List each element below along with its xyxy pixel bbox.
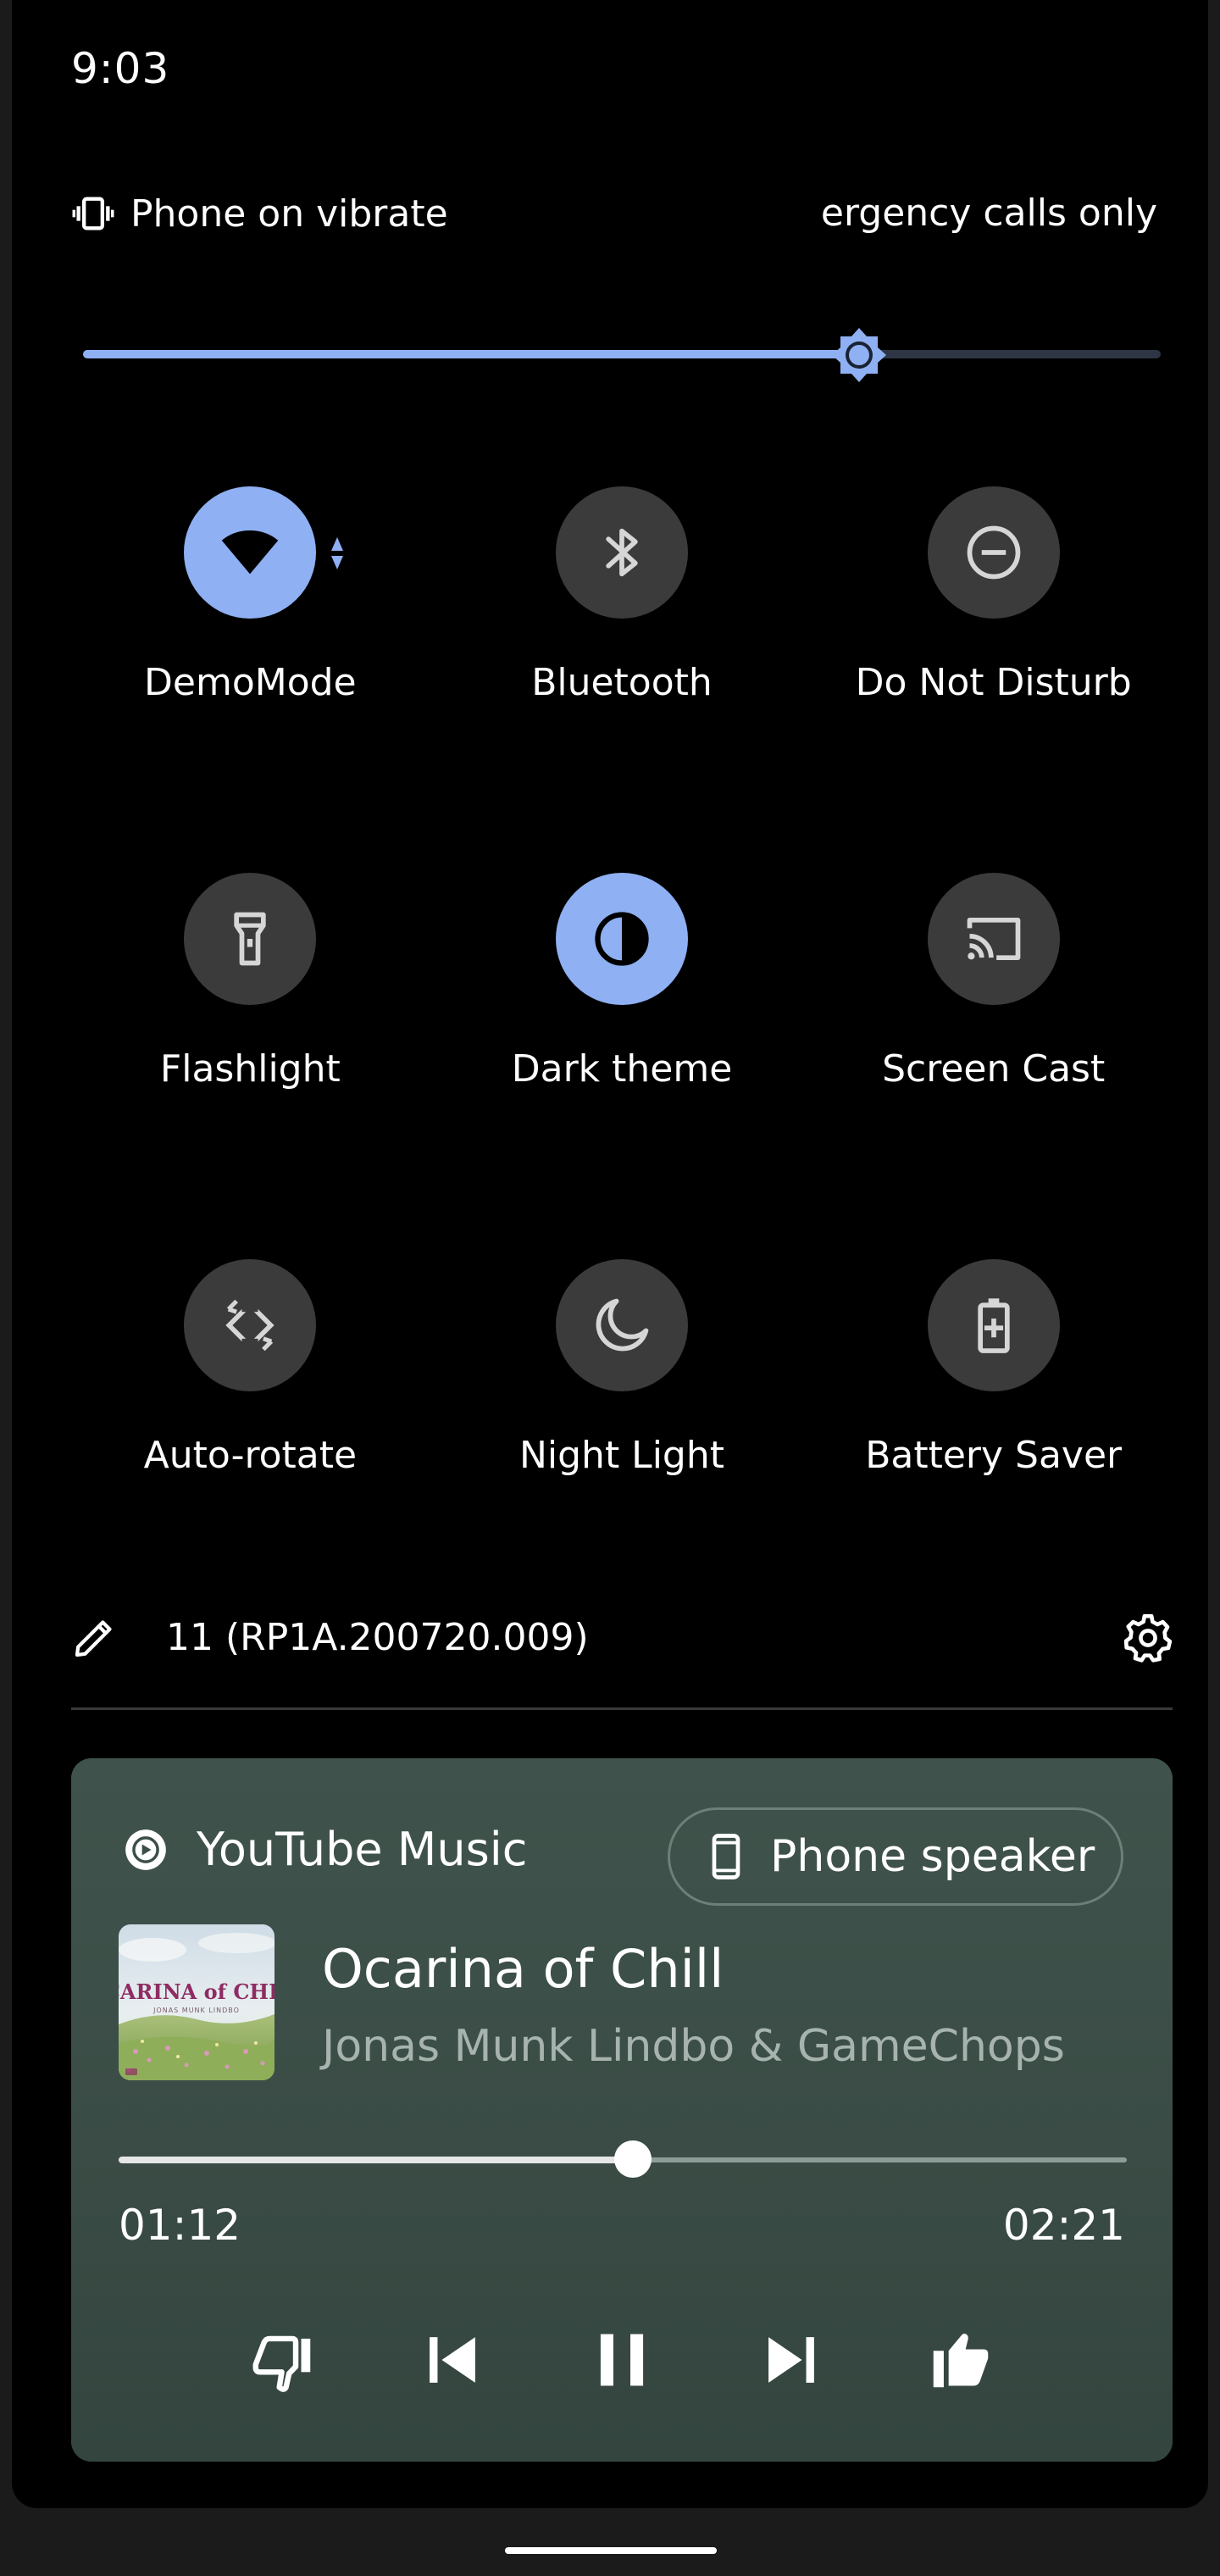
tile-icon-wrap bbox=[927, 873, 1060, 1005]
pause-icon bbox=[600, 2334, 644, 2386]
tile-icon-wrap bbox=[555, 1259, 688, 1391]
skip-next-icon bbox=[768, 2337, 814, 2383]
carrier-status: Emergency calls only bbox=[818, 188, 1157, 239]
tile-do-not-disturb[interactable]: Do Not Disturb bbox=[807, 475, 1179, 861]
media-controls bbox=[232, 2309, 1012, 2411]
tile-label: Bluetooth bbox=[531, 661, 713, 704]
footer-divider bbox=[71, 1707, 1173, 1710]
battery-saver-icon bbox=[927, 1259, 1060, 1391]
data-activity-icon bbox=[331, 537, 344, 569]
tile-wifi[interactable]: DemoMode bbox=[64, 475, 436, 861]
tile-bluetooth[interactable]: Bluetooth bbox=[436, 475, 808, 861]
flashlight-icon bbox=[184, 873, 317, 1005]
media-app-header: YouTube Music bbox=[124, 1823, 527, 1876]
album-art-artist: JONAS MUNK LINDBO bbox=[152, 2007, 240, 2014]
cast-icon bbox=[927, 873, 1060, 1005]
brightness-fill bbox=[83, 350, 859, 358]
skip-previous-icon bbox=[430, 2337, 475, 2383]
phone-speaker-icon bbox=[712, 1834, 740, 1879]
quick-settings-footer: 11 (RP1A.200720.009) bbox=[71, 1610, 1173, 1664]
tile-label: Dark theme bbox=[511, 1047, 733, 1091]
tile-battery-saver[interactable]: Battery Saver bbox=[807, 1247, 1179, 1634]
wifi-icon bbox=[184, 486, 317, 619]
night-light-icon bbox=[555, 1259, 688, 1391]
tile-icon-wrap bbox=[184, 873, 317, 1005]
album-art-image: OCARINA of CHILL JONAS MUNK LINDBO bbox=[119, 1924, 274, 2080]
tile-label: Night Light bbox=[518, 1434, 724, 1477]
track-title: Ocarina of Chill bbox=[322, 1938, 724, 2000]
tile-label: Auto-rotate bbox=[143, 1434, 358, 1477]
tile-label: Do Not Disturb bbox=[855, 661, 1132, 704]
track-artist: Jonas Munk Lindbo & GameChops bbox=[322, 2021, 1065, 2072]
tile-icon-wrap bbox=[184, 486, 344, 619]
do-not-disturb-icon bbox=[927, 486, 1060, 619]
tile-dark-theme[interactable]: Dark theme bbox=[436, 861, 808, 1247]
seekbar-progress bbox=[119, 2157, 633, 2163]
tile-icon-wrap bbox=[555, 486, 688, 619]
tile-label: Battery Saver bbox=[865, 1434, 1123, 1477]
media-player-card[interactable]: YouTube Music Phone speaker ARINA of CHI… bbox=[71, 1758, 1173, 2462]
build-number[interactable]: 11 (RP1A.200720.009) bbox=[166, 1616, 589, 1659]
brightness-icon[interactable] bbox=[829, 325, 889, 385]
thumbs-down-button[interactable] bbox=[232, 2309, 334, 2411]
thumbs-up-icon bbox=[933, 2333, 989, 2388]
album-art: OCARINA of CHILL JONAS MUNK LINDBO bbox=[119, 1924, 274, 2080]
skip-previous-button[interactable] bbox=[402, 2309, 503, 2411]
gesture-navigation-handle[interactable] bbox=[505, 2547, 717, 2554]
tile-label: DemoMode bbox=[144, 661, 357, 704]
status-bar-time: 9:03 bbox=[71, 44, 170, 93]
album-art-title: OCARINA of CHILL bbox=[119, 1979, 274, 2004]
thumbs-up-button[interactable] bbox=[910, 2309, 1012, 2411]
quick-settings-panel: 9:03 Phone on vibrate Emergency calls on… bbox=[12, 0, 1208, 2508]
seekbar-thumb[interactable] bbox=[613, 2140, 652, 2178]
total-duration: 02:21 bbox=[1002, 2201, 1125, 2250]
dark-theme-icon bbox=[555, 873, 688, 1005]
tile-icon-wrap bbox=[184, 1259, 317, 1391]
quick-settings-tiles: DemoMode Bluetooth Do Not Disturb Flashl… bbox=[64, 475, 1179, 1634]
auto-rotate-icon bbox=[184, 1259, 317, 1391]
settings-gear-icon[interactable] bbox=[1122, 1612, 1174, 1664]
carrier-text: Emergency calls only bbox=[818, 192, 1157, 235]
tile-flashlight[interactable]: Flashlight bbox=[64, 861, 436, 1247]
ringer-mode-status[interactable]: Phone on vibrate bbox=[71, 188, 448, 239]
output-switcher-button[interactable]: Phone speaker bbox=[668, 1807, 1123, 1906]
edit-icon[interactable] bbox=[71, 1613, 119, 1661]
vibrate-icon bbox=[72, 197, 114, 230]
ringer-mode-label: Phone on vibrate bbox=[130, 192, 448, 236]
tile-icon-wrap bbox=[927, 1259, 1060, 1391]
tile-night-light[interactable]: Night Light bbox=[436, 1247, 808, 1634]
bluetooth-icon bbox=[555, 486, 688, 619]
tile-screen-cast[interactable]: Screen Cast bbox=[807, 861, 1179, 1247]
tile-auto-rotate[interactable]: Auto-rotate bbox=[64, 1247, 436, 1634]
quick-settings-screen: 9:03 Phone on vibrate Emergency calls on… bbox=[0, 0, 1220, 2576]
playback-seekbar[interactable] bbox=[119, 2138, 1127, 2180]
skip-next-button[interactable] bbox=[740, 2309, 842, 2411]
media-app-name: YouTube Music bbox=[197, 1823, 528, 1876]
output-device-label: Phone speaker bbox=[770, 1831, 1095, 1882]
thumbs-down-icon bbox=[252, 2335, 311, 2392]
youtube-music-icon bbox=[125, 1829, 166, 1870]
brightness-slider[interactable] bbox=[83, 325, 1161, 385]
tile-icon-wrap bbox=[927, 486, 1060, 619]
tile-label: Flashlight bbox=[159, 1047, 341, 1091]
tile-icon-wrap bbox=[555, 873, 688, 1005]
elapsed-time: 01:12 bbox=[119, 2201, 241, 2250]
tile-label: Screen Cast bbox=[882, 1047, 1106, 1091]
pause-button[interactable] bbox=[571, 2309, 673, 2411]
